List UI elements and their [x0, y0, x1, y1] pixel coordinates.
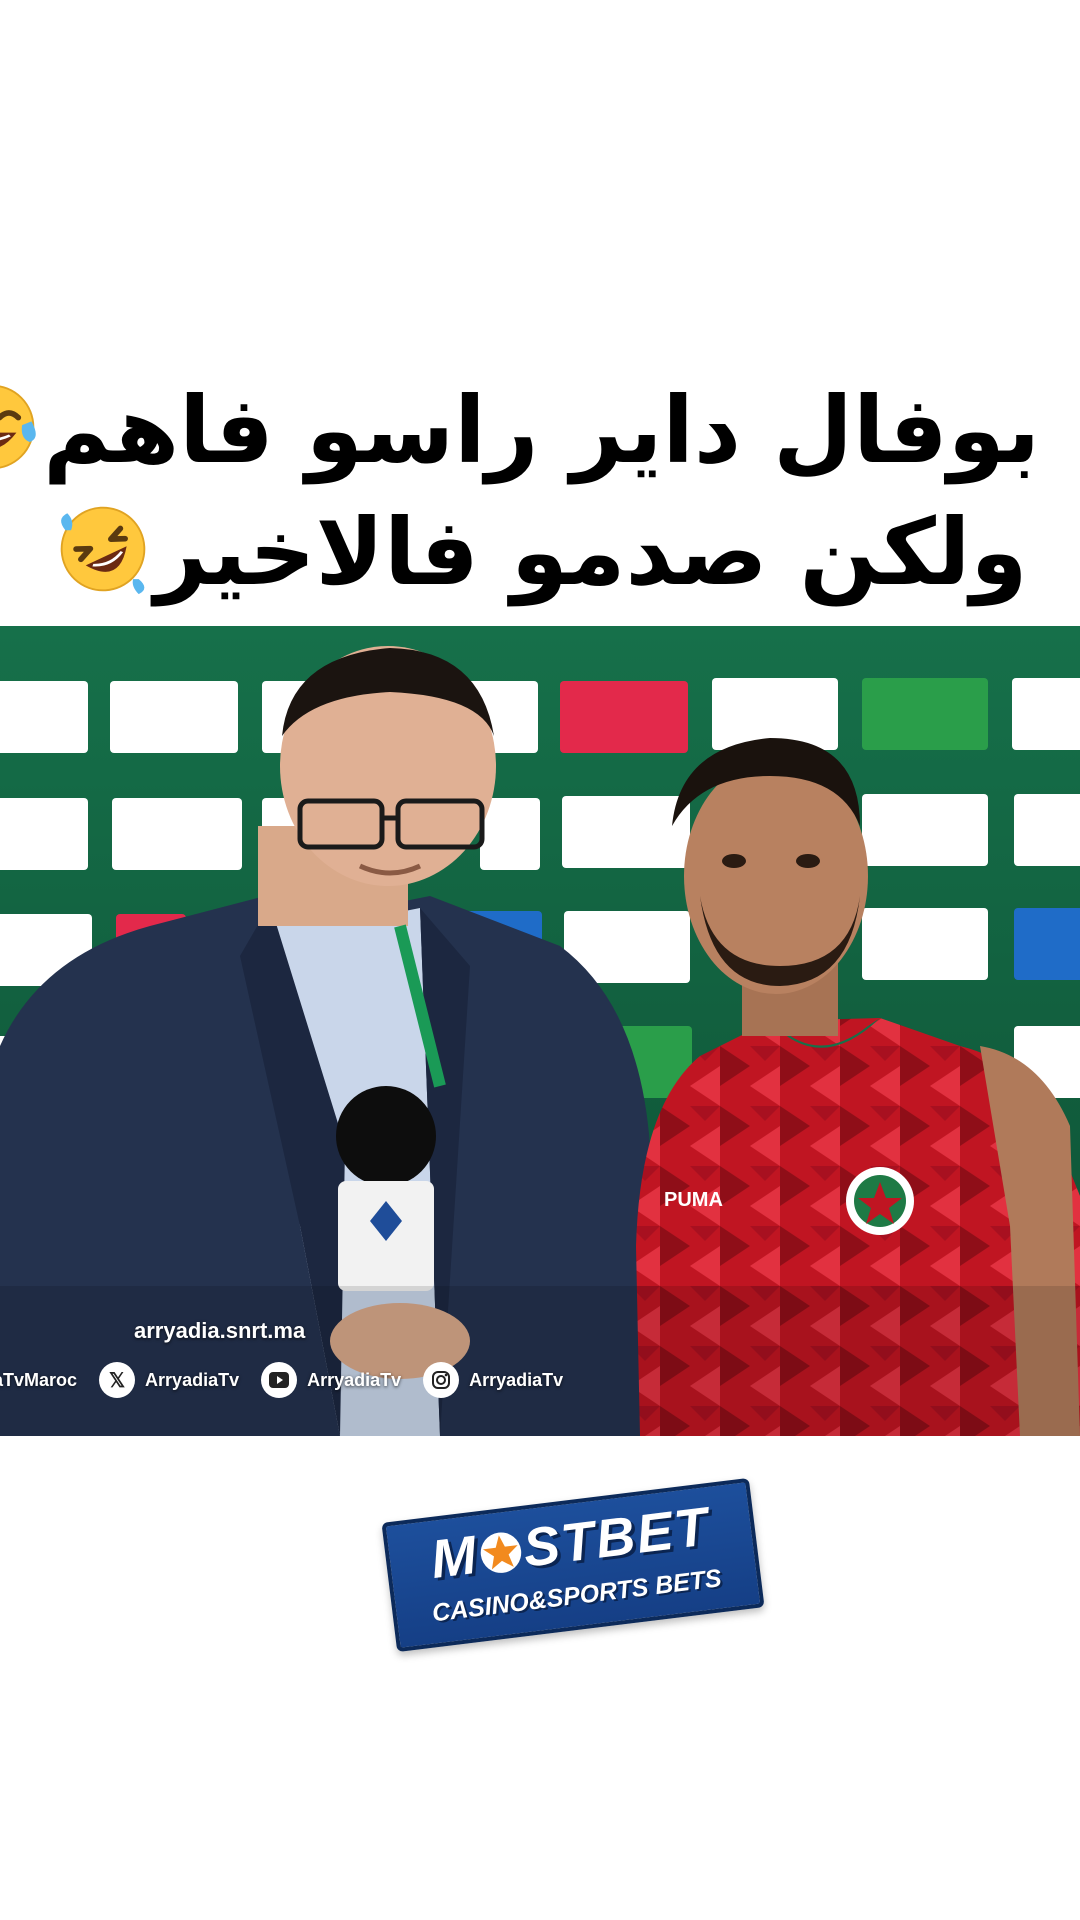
caption-line-1-text: بوفال داير راسو فاهم: [43, 377, 1040, 484]
mostbet-logo[interactable]: M STBET CASINO&SPORTS BETS: [381, 1477, 765, 1653]
video-frame[interactable]: PUMA arryadia.snrt.ma iaTvMaroc 𝕏 Arryad…: [0, 626, 1080, 1436]
social-instagram: ArryadiaTv: [423, 1362, 563, 1398]
social-handle-youtube: ArryadiaTv: [307, 1369, 402, 1390]
interview-scene: PUMA: [0, 626, 1080, 1436]
channel-url: arryadia.snrt.ma: [134, 1318, 306, 1343]
caption-line-1: بوفال داير راسو فاهم: [0, 370, 1040, 492]
social-x: 𝕏 ArryadiaTv: [99, 1362, 239, 1398]
face-with-tears-of-joy-icon: [0, 380, 39, 474]
instagram-icon: [423, 1362, 460, 1398]
social-handle-x: ArryadiaTv: [145, 1369, 240, 1390]
social-facebook: iaTvMaroc: [0, 1370, 77, 1391]
caption-line-2: ولكن صدمو فالاخير: [40, 492, 1040, 614]
rolling-on-floor-laughing-icon: [56, 502, 150, 596]
logo-title-start: M: [427, 1524, 482, 1591]
caption: بوفال داير راسو فاهم ولكن صدمو فالاخير: [0, 370, 1040, 614]
sponsor-board-row-2: [0, 794, 1080, 870]
social-handle-facebook: iaTvMaroc: [0, 1369, 78, 1390]
social-handle-instagram: ArryadiaTv: [469, 1369, 564, 1390]
youtube-icon: [261, 1362, 298, 1398]
star-icon: [475, 1524, 526, 1575]
svg-text:PUMA: PUMA: [664, 1189, 723, 1211]
social-handles: iaTvMaroc 𝕏 ArryadiaTv ArryadiaTv Arryad…: [0, 1362, 585, 1398]
x-icon: 𝕏: [99, 1362, 136, 1398]
caption-line-2-text: ولكن صدمو فالاخير: [154, 499, 1028, 606]
social-youtube: ArryadiaTv: [261, 1362, 401, 1398]
